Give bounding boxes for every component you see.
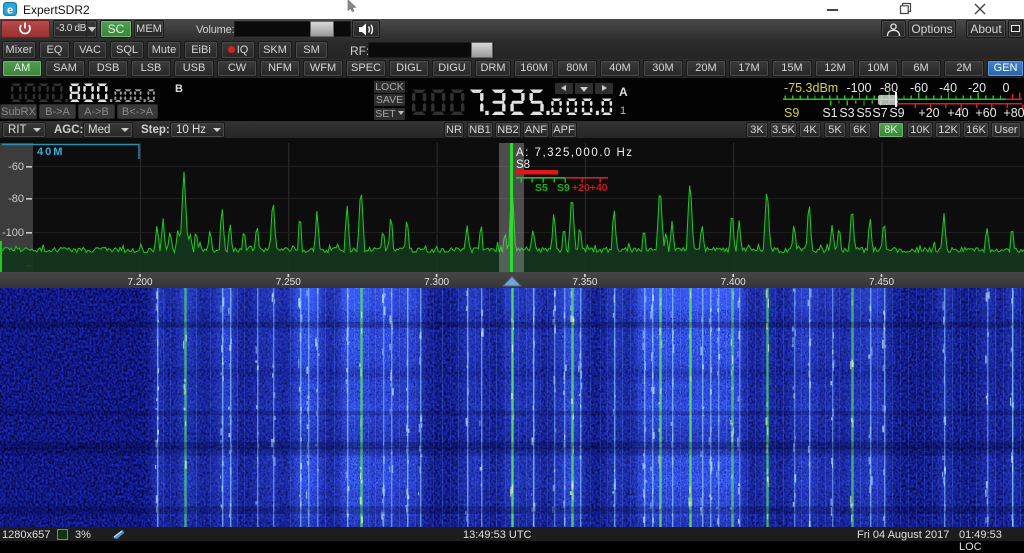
svg-text:40M: 40M: [37, 146, 64, 158]
svg-text:7.400: 7.400: [721, 277, 746, 288]
svg-text:+20: +20: [918, 106, 939, 120]
svg-text:S5: S5: [856, 106, 871, 120]
svg-text:S9: S9: [557, 182, 570, 194]
svg-text:S1: S1: [822, 106, 837, 120]
svg-text:-80: -80: [8, 193, 24, 205]
svg-text:S3: S3: [839, 106, 854, 120]
svg-text:+40: +40: [947, 106, 968, 120]
svg-text:-100: -100: [2, 227, 24, 239]
svg-text:7.300: 7.300: [424, 277, 449, 288]
svg-text:7.200: 7.200: [127, 277, 152, 288]
svg-text:7.450: 7.450: [869, 277, 894, 288]
svg-text:-75.3dBm: -75.3dBm: [784, 81, 838, 95]
svg-text:0: 0: [1003, 81, 1010, 95]
svg-text:S7: S7: [872, 106, 887, 120]
svg-text:A: 7,325,000.0 Hz: A: 7,325,000.0 Hz: [516, 147, 634, 159]
svg-text:7.350: 7.350: [572, 277, 597, 288]
svg-text:+80: +80: [1003, 106, 1024, 120]
svg-text:e: e: [7, 5, 13, 17]
svg-text:7.250: 7.250: [276, 277, 301, 288]
svg-text:S9: S9: [889, 106, 904, 120]
svg-text:-20: -20: [968, 81, 986, 95]
svg-text:+20+40: +20+40: [572, 182, 608, 194]
svg-text:S5: S5: [535, 182, 548, 194]
svg-text:+60: +60: [975, 106, 996, 120]
svg-text:-60: -60: [8, 161, 24, 173]
svg-text:S9: S9: [784, 106, 799, 120]
svg-text:S8: S8: [516, 159, 530, 171]
